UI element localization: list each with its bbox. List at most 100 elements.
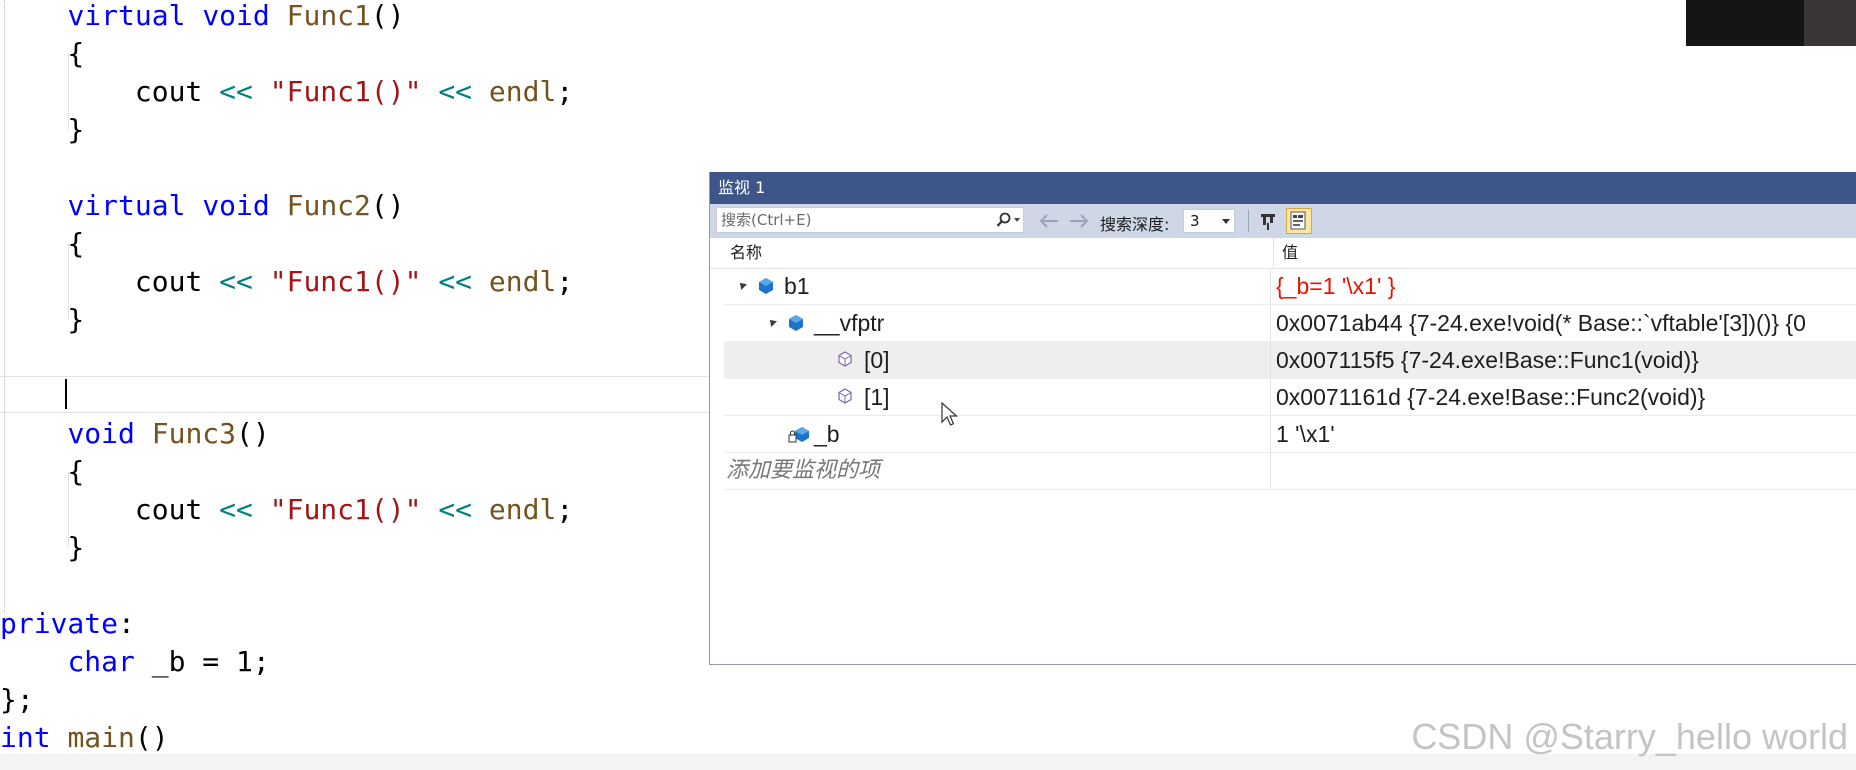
search-depth-label: 搜索深度: bbox=[1100, 215, 1170, 234]
hex-display-button[interactable] bbox=[1286, 208, 1312, 234]
code-line[interactable]: { bbox=[0, 35, 84, 73]
object-icon bbox=[788, 314, 804, 336]
watch-name-text: [0] bbox=[864, 347, 890, 373]
code-line[interactable]: { bbox=[0, 225, 84, 263]
code-token: "Func1()" bbox=[269, 493, 422, 526]
code-token: ; bbox=[556, 75, 574, 108]
code-token: virtual bbox=[67, 189, 186, 222]
search-depth-select[interactable]: 3 bbox=[1183, 209, 1235, 233]
code-line[interactable]: cout << "Func1()" << endl; bbox=[0, 491, 573, 529]
watch-value-cell[interactable]: 0x007115f5 {7-24.exe!Base::Func1(void)} bbox=[1276, 342, 1699, 378]
watch-row-b[interactable]: _b 1 '\x1' bbox=[724, 416, 1856, 453]
watch-name-cell[interactable]: [0] bbox=[724, 342, 1271, 378]
code-token: endl bbox=[488, 493, 557, 526]
code-token: { bbox=[0, 37, 85, 70]
watch-row-0[interactable]: [0] 0x007115f5 {7-24.exe!Base::Func1(void… bbox=[724, 342, 1856, 379]
code-token: endl bbox=[488, 75, 557, 108]
code-line[interactable]: void Func3() bbox=[0, 415, 269, 453]
watch-name-cell[interactable]: [1] bbox=[724, 379, 1271, 415]
code-token: cout bbox=[0, 75, 220, 108]
code-token: << bbox=[219, 493, 253, 526]
webcam-overlay bbox=[1686, 0, 1856, 46]
watch-name-text: _b bbox=[814, 421, 840, 447]
code-line[interactable]: private: bbox=[0, 605, 135, 643]
watch-rows: b1 {_b=1 '\x1' } __vfptr 0x0071ab44 {7-24.e… bbox=[724, 268, 1856, 490]
chevron-down-icon bbox=[1222, 219, 1230, 224]
pin-icon[interactable] bbox=[1256, 208, 1282, 234]
code-line[interactable]: cout << "Func1()" << endl; bbox=[0, 73, 573, 111]
add-watch-text: 添加要监视的项 bbox=[726, 458, 881, 483]
code-token: << bbox=[438, 75, 473, 108]
code-line[interactable]: } bbox=[0, 111, 84, 149]
code-token: : bbox=[118, 607, 135, 640]
code-line[interactable]: } bbox=[0, 529, 84, 567]
code-token: }; bbox=[0, 683, 34, 716]
code-token: () bbox=[370, 189, 405, 222]
code-token: "Func1()" bbox=[269, 265, 422, 298]
code-line[interactable]: virtual void Func2() bbox=[0, 187, 405, 225]
code-token: { bbox=[0, 227, 85, 260]
watch-row-1[interactable]: [1] 0x0071161d {7-24.exe!Base::Func2(void… bbox=[724, 379, 1856, 416]
watch-value-cell[interactable]: 1 '\x1' bbox=[1276, 416, 1335, 452]
code-line[interactable]: } bbox=[0, 301, 84, 339]
text-caret bbox=[65, 379, 67, 409]
expander-collapse-icon[interactable] bbox=[737, 280, 747, 290]
webcam-person bbox=[1804, 0, 1856, 46]
watch-name-text: b1 bbox=[784, 273, 810, 299]
column-header-value[interactable]: 值 bbox=[1276, 238, 1298, 268]
code-line[interactable]: virtual void Func1() bbox=[0, 0, 404, 35]
column-divider[interactable] bbox=[1273, 238, 1274, 268]
code-token: cout bbox=[0, 493, 220, 526]
search-input[interactable] bbox=[717, 208, 993, 232]
search-depth-value: 3 bbox=[1190, 212, 1200, 230]
column-headers: 名称 值 bbox=[710, 238, 1856, 269]
code-line[interactable]: }; bbox=[0, 681, 34, 719]
watch-name-cell[interactable]: _b bbox=[724, 416, 1271, 452]
watch-window[interactable]: 监视 1 搜索深度: 3 bbox=[709, 172, 1856, 665]
search-icon[interactable] bbox=[995, 212, 1021, 228]
expander-collapse-icon[interactable] bbox=[767, 317, 777, 327]
code-line[interactable]: { bbox=[0, 453, 84, 491]
back-arrow-icon[interactable] bbox=[1038, 213, 1060, 229]
mouse-cursor-icon bbox=[941, 402, 959, 426]
watch-value-cell[interactable]: {_b=1 '\x1' } bbox=[1276, 268, 1395, 304]
code-token: } bbox=[0, 303, 85, 336]
code-line[interactable]: char _b = 1; bbox=[0, 643, 269, 681]
search-box[interactable] bbox=[716, 207, 1024, 233]
code-line[interactable]: int main() bbox=[0, 719, 169, 757]
watch-value-cell[interactable]: 0x0071ab44 {7-24.exe!void(* Base::`vftab… bbox=[1276, 305, 1806, 341]
code-token: virtual bbox=[67, 0, 186, 32]
code-token: << bbox=[219, 75, 253, 108]
code-token: } bbox=[0, 531, 85, 564]
watch-row-b1[interactable]: b1 {_b=1 '\x1' } bbox=[724, 268, 1856, 305]
code-token: private bbox=[0, 607, 119, 640]
code-token: "Func1()" bbox=[269, 75, 422, 108]
private-field-icon bbox=[788, 425, 812, 449]
code-token: << bbox=[438, 265, 473, 298]
watch-row-vfptr[interactable]: __vfptr 0x0071ab44 {7-24.exe!void(* Base:… bbox=[724, 305, 1856, 342]
watermark: CSDN @Starry_hello world bbox=[1411, 716, 1848, 757]
element-icon bbox=[838, 351, 852, 371]
code-line[interactable]: cout << "Func1()" << endl; bbox=[0, 263, 573, 301]
watch-name-cell[interactable]: __vfptr bbox=[724, 305, 1271, 341]
watch-window-title[interactable]: 监视 1 bbox=[710, 172, 1856, 204]
watch-toolbar: 搜索深度: 3 bbox=[710, 204, 1856, 238]
forward-arrow-icon[interactable] bbox=[1068, 213, 1090, 229]
add-watch-cell[interactable]: 添加要监视的项 bbox=[724, 453, 1271, 489]
element-icon bbox=[838, 388, 852, 408]
column-header-name[interactable]: 名称 bbox=[724, 238, 762, 268]
watch-value-cell[interactable]: 0x0071161d {7-24.exe!Base::Func2(void)} bbox=[1276, 379, 1705, 415]
code-token: char bbox=[67, 645, 135, 678]
watch-name-cell[interactable]: b1 bbox=[724, 268, 1271, 304]
add-watch-row[interactable]: 添加要监视的项 bbox=[724, 453, 1856, 490]
